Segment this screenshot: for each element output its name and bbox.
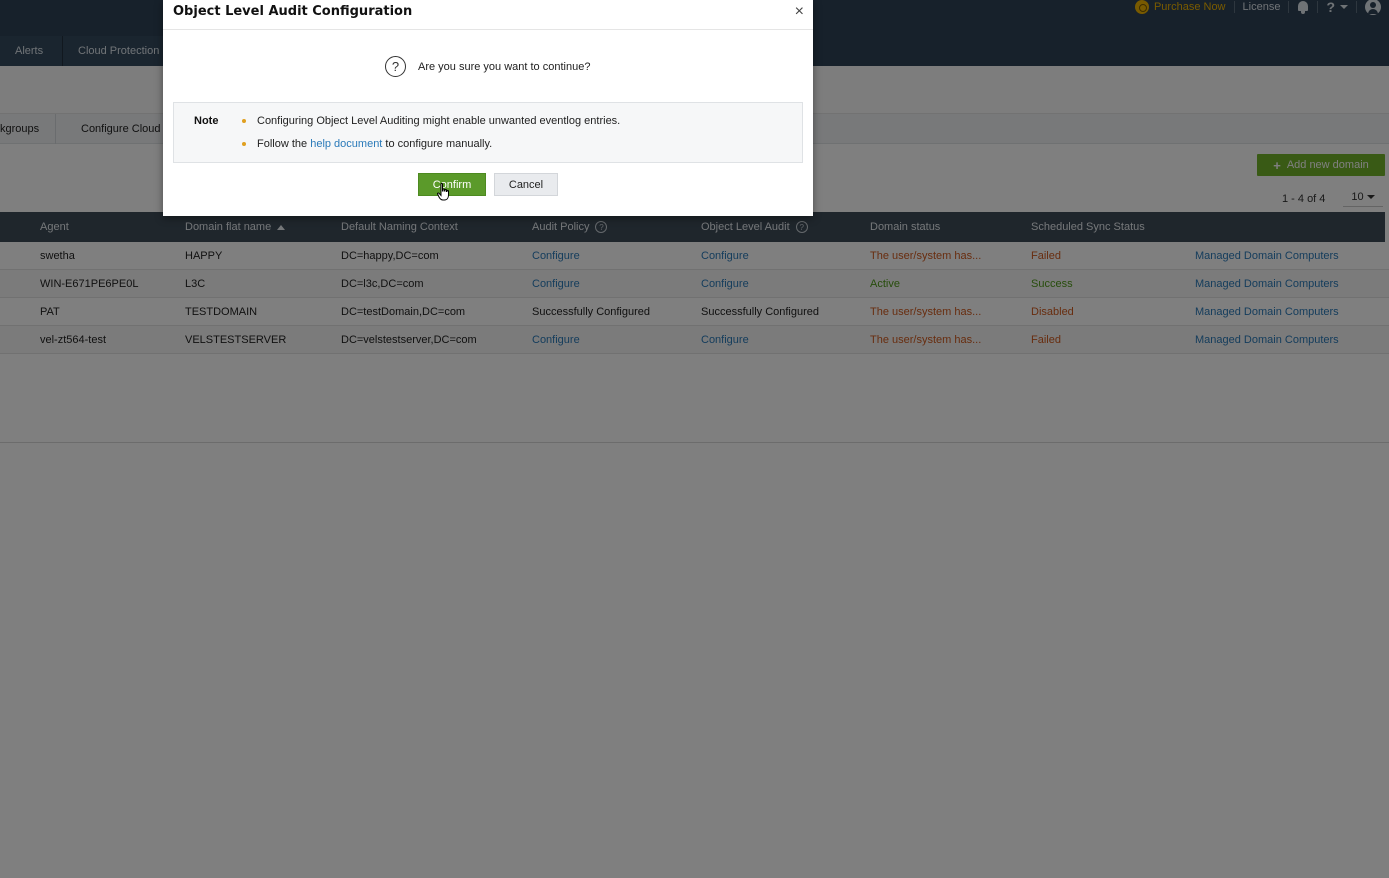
- note-text-suffix: to configure manually.: [382, 138, 493, 150]
- note-text-prefix: Follow the: [257, 138, 311, 150]
- bullet-icon: [242, 142, 246, 146]
- note-item: Configuring Object Level Auditing might …: [242, 115, 620, 127]
- note-label: Note: [194, 115, 219, 127]
- hand-cursor-icon: [437, 183, 449, 201]
- cancel-button[interactable]: Cancel: [494, 173, 558, 196]
- help-document-link[interactable]: help document: [310, 138, 382, 150]
- confirm-question-text: Are you sure you want to continue?: [418, 61, 591, 73]
- note-text: Configuring Object Level Auditing might …: [257, 115, 621, 127]
- bullet-icon: [242, 119, 246, 123]
- dialog-title: Object Level Audit Configuration: [173, 4, 413, 19]
- note-box: Note Configuring Object Level Auditing m…: [173, 102, 803, 163]
- dialog-header: Object Level Audit Configuration ×: [163, 0, 813, 30]
- note-item: Follow the help document to configure ma…: [242, 138, 492, 150]
- confirm-button[interactable]: Confirm: [418, 173, 486, 196]
- question-icon: ?: [385, 56, 406, 77]
- close-icon[interactable]: ×: [795, 4, 804, 20]
- object-level-audit-dialog: Object Level Audit Configuration × ? Are…: [163, 0, 813, 216]
